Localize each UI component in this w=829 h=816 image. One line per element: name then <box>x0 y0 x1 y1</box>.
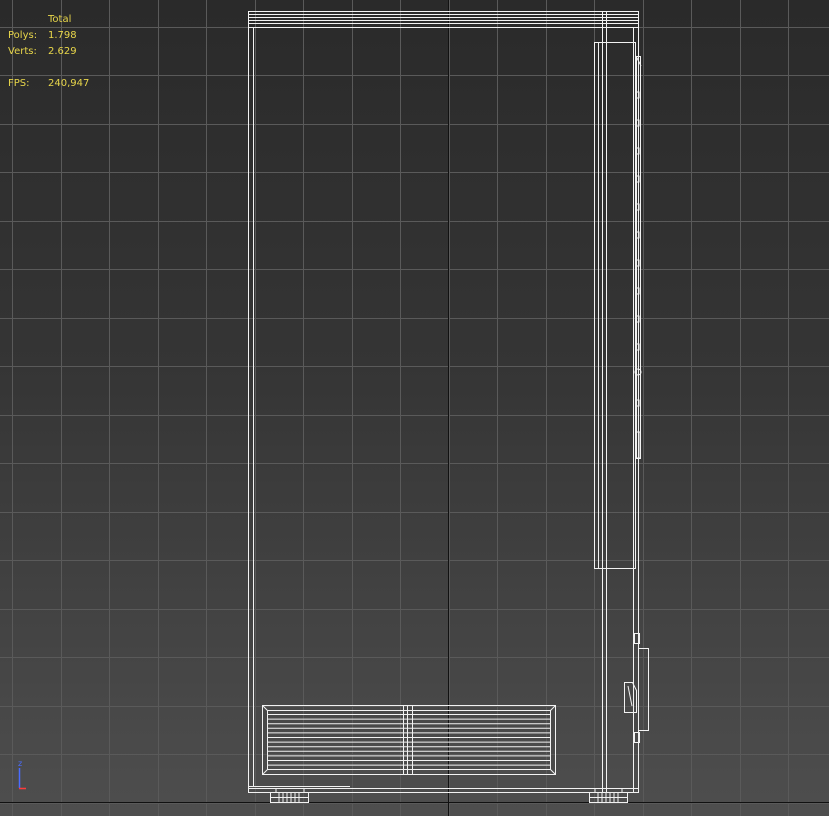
z-axis-label: z <box>18 759 22 768</box>
vent-bevel <box>549 768 556 775</box>
cabinet-outline <box>248 11 639 793</box>
handle-clip <box>635 259 640 267</box>
vent-slats <box>268 714 550 766</box>
scene-canvas[interactable]: z <box>0 0 829 816</box>
vent-bevel <box>262 768 269 775</box>
axis-gizmo: z <box>18 759 26 790</box>
handle-clip <box>635 203 640 211</box>
handle-clip <box>635 343 640 351</box>
grid <box>0 0 829 816</box>
vent-grille <box>262 705 556 775</box>
stats-header: Total <box>48 14 72 25</box>
hinge-bracket-line <box>627 685 633 707</box>
handle-clip <box>635 175 640 183</box>
polys-value: 1.798 <box>48 30 77 41</box>
verts-label: Verts: <box>8 46 37 57</box>
door-panel <box>594 42 636 569</box>
world-axes <box>0 0 829 816</box>
fps-value: 240,947 <box>48 78 90 89</box>
verts-value: 2.629 <box>48 46 77 57</box>
right-foot[interactable] <box>589 788 628 803</box>
handle-clip <box>635 119 640 127</box>
handle-clip <box>635 287 640 295</box>
handle-clip <box>635 91 640 99</box>
fps-label: FPS: <box>8 78 30 89</box>
handle-clip <box>635 399 640 407</box>
left-foot[interactable] <box>270 788 309 803</box>
handle-clip <box>635 231 640 239</box>
polys-label: Polys: <box>8 30 38 41</box>
viewport[interactable]: z Total Polys: 1.798 Verts: 2.629 FPS: 2… <box>0 0 829 816</box>
handle-clip <box>635 147 640 155</box>
